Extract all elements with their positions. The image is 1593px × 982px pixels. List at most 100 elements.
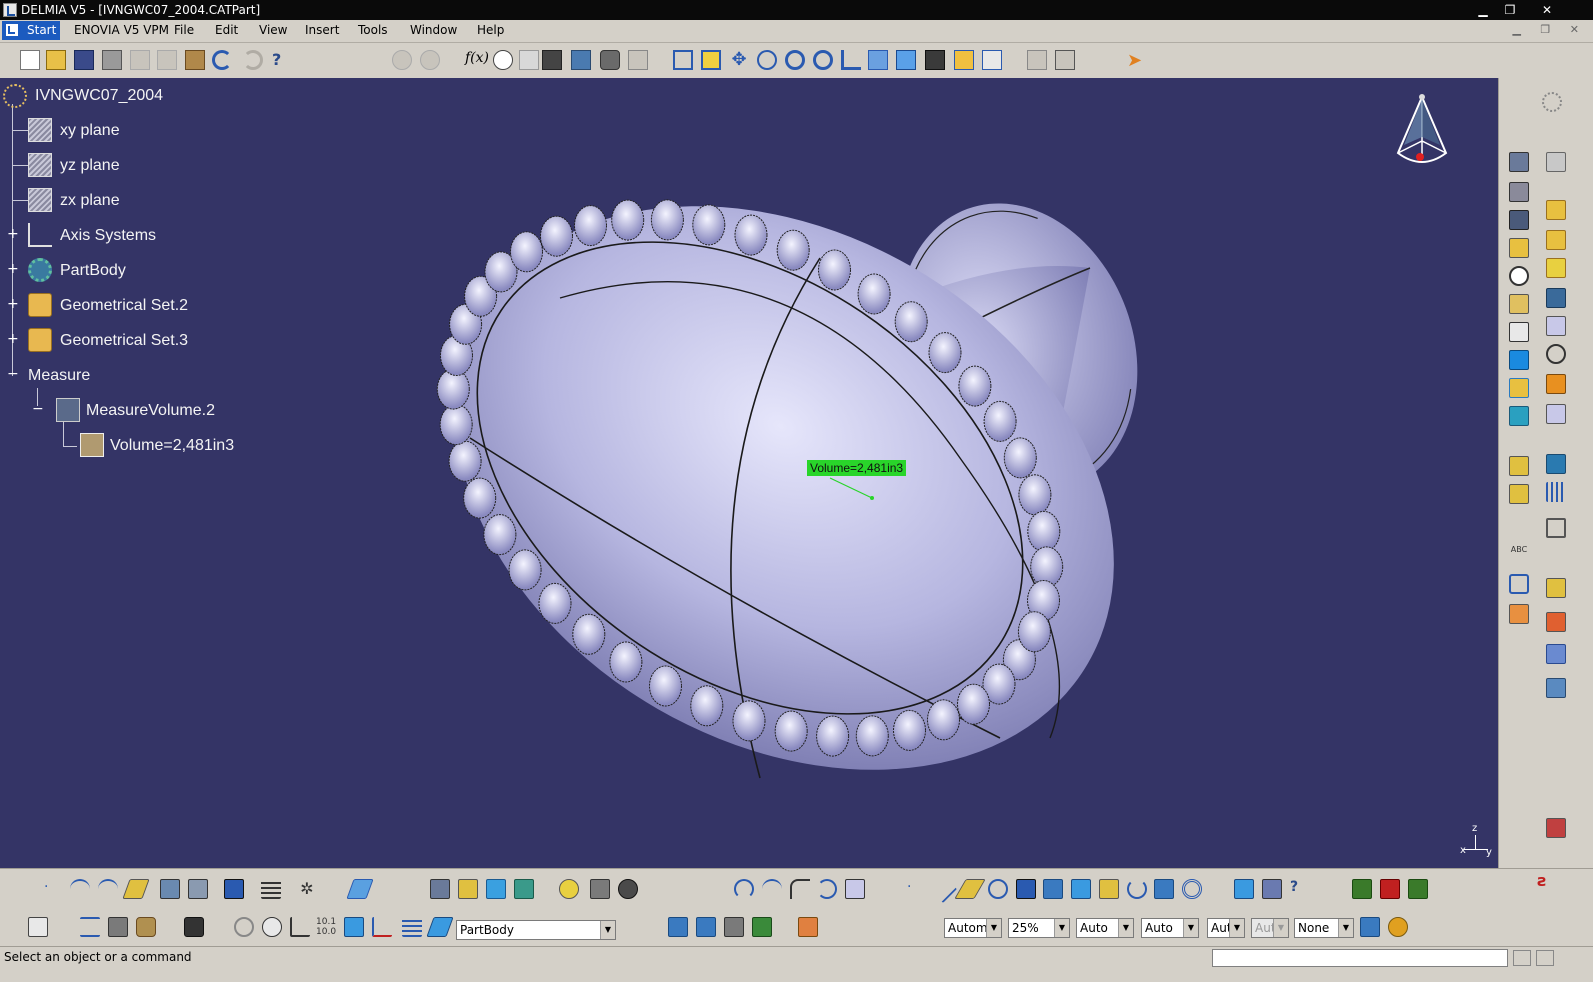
menu-enovia[interactable]: ENOVIA V5 VPM xyxy=(74,23,169,37)
capture-camera-icon[interactable] xyxy=(184,917,204,937)
menu-help[interactable]: Help xyxy=(477,23,504,37)
expand-plus-icon[interactable]: + xyxy=(7,332,19,346)
compass-icon[interactable] xyxy=(1390,93,1454,175)
corner-icon[interactable] xyxy=(790,879,810,899)
close-button[interactable]: ✕ xyxy=(1537,2,1557,18)
measure-volume-tag[interactable]: Volume=2,481in3 xyxy=(807,460,907,476)
mdi-window-controls[interactable]: ▁ ❐ ✕ xyxy=(1512,23,1587,36)
join-icon[interactable] xyxy=(224,879,244,899)
menu-window[interactable]: Window xyxy=(410,23,457,37)
slot-icon[interactable] xyxy=(1546,258,1566,278)
save-icon[interactable] xyxy=(74,50,94,70)
print-icon[interactable] xyxy=(102,50,122,70)
cut-part-icon[interactable] xyxy=(372,917,392,937)
document-icon[interactable] xyxy=(514,879,534,899)
copy-icon[interactable] xyxy=(157,50,177,70)
stop-command-icon[interactable] xyxy=(1513,950,1531,966)
catalog-icon[interactable] xyxy=(600,50,620,70)
open-icon[interactable] xyxy=(46,50,66,70)
current-body-select[interactable]: PartBody ▼ xyxy=(456,920,616,940)
catalog-browser-icon[interactable] xyxy=(1546,818,1566,838)
point-symbol-combo[interactable]: Aut ▼ xyxy=(1207,918,1245,938)
shading-icon[interactable] xyxy=(925,50,945,70)
sketch-icon[interactable] xyxy=(1546,152,1566,172)
fill-icon[interactable] xyxy=(1127,879,1147,899)
select-arrow-icon[interactable]: ➤ xyxy=(1127,50,1147,71)
menu-view[interactable]: View xyxy=(259,23,287,37)
fly-mode-icon[interactable] xyxy=(673,50,693,70)
layers-icon[interactable] xyxy=(458,879,478,899)
design-table-icon[interactable] xyxy=(571,50,591,70)
line-icon[interactable] xyxy=(928,874,958,904)
update-all-icon[interactable] xyxy=(420,50,440,70)
connect-curve-icon[interactable] xyxy=(817,879,837,899)
collapse-minus-icon[interactable]: − xyxy=(32,402,44,416)
dimension-icon[interactable] xyxy=(80,917,100,937)
close-surface-icon[interactable] xyxy=(1509,378,1529,398)
hand-icon[interactable] xyxy=(262,917,282,937)
normal-view-icon[interactable] xyxy=(841,50,861,70)
knowledge-advisor-icon[interactable] xyxy=(1352,879,1372,899)
expand-plus-icon[interactable]: + xyxy=(7,262,19,276)
eraser-icon[interactable] xyxy=(486,879,506,899)
split-icon[interactable] xyxy=(1509,350,1529,370)
command-input[interactable] xyxy=(1212,949,1508,967)
analysis-icon[interactable] xyxy=(1546,678,1566,698)
pattern-icon[interactable] xyxy=(1509,456,1529,476)
fit-all-icon[interactable] xyxy=(701,50,721,70)
lines-icon[interactable] xyxy=(402,917,422,937)
line-type-combo[interactable]: Auto ▼ xyxy=(1141,918,1199,938)
grid-icon[interactable] xyxy=(261,879,281,899)
new-icon[interactable] xyxy=(20,50,40,70)
plane-create-icon[interactable] xyxy=(954,879,986,899)
scene-icon[interactable] xyxy=(752,917,772,937)
offset-icon[interactable] xyxy=(1071,879,1091,899)
color-combo[interactable]: Automa ▼ xyxy=(944,918,1002,938)
spline-icon[interactable] xyxy=(98,879,118,899)
groove-icon[interactable] xyxy=(1509,210,1529,230)
table-icon[interactable] xyxy=(542,50,562,70)
flag-note-icon[interactable] xyxy=(1509,574,1529,594)
define-in-work-object-icon[interactable] xyxy=(426,917,454,937)
brush-icon[interactable] xyxy=(798,917,818,937)
units-icon[interactable]: 10.1 10.0 xyxy=(316,917,336,937)
properties-icon[interactable] xyxy=(1388,917,1408,937)
menu-file[interactable]: File xyxy=(174,23,194,37)
snap-icon[interactable]: ✲ xyxy=(297,879,317,899)
intersection-icon[interactable] xyxy=(1043,879,1063,899)
zoom-out-icon[interactable] xyxy=(813,50,833,70)
extract-icon[interactable] xyxy=(188,879,208,899)
expand-plus-icon[interactable]: + xyxy=(7,227,19,241)
constraints-icon[interactable] xyxy=(1546,644,1566,664)
model-canvas[interactable] xyxy=(0,78,1498,868)
layer-combo[interactable]: None ▼ xyxy=(1294,918,1354,938)
photo-icon[interactable] xyxy=(724,917,744,937)
shell-icon[interactable] xyxy=(1546,316,1566,336)
paste-icon[interactable] xyxy=(185,50,205,70)
curve-icon[interactable] xyxy=(70,879,90,899)
restore-button[interactable]: ❐ xyxy=(1500,2,1520,18)
expand-plus-icon[interactable]: + xyxy=(7,297,19,311)
thick-surface-icon[interactable] xyxy=(1546,374,1566,394)
thickness-icon[interactable] xyxy=(1509,322,1529,342)
rotate-icon[interactable] xyxy=(757,50,777,70)
menu-insert[interactable]: Insert xyxy=(305,23,339,37)
scan-icon[interactable] xyxy=(430,879,450,899)
add-icon[interactable] xyxy=(1546,518,1566,538)
zoom-in-icon[interactable] xyxy=(785,50,805,70)
3d-viewport[interactable]: IVNGWC07_2004 xy plane yz plane zx plane… xyxy=(0,78,1498,868)
sphere-icon[interactable] xyxy=(559,879,579,899)
menu-tools[interactable]: Tools xyxy=(358,23,388,37)
pad-icon[interactable] xyxy=(1509,152,1529,172)
multi-view-icon[interactable] xyxy=(868,50,888,70)
minimize-button[interactable]: ▁ xyxy=(1473,2,1493,18)
draft-icon[interactable] xyxy=(1509,294,1529,314)
knowledge-icon[interactable] xyxy=(519,50,539,70)
boolean-icon[interactable] xyxy=(1509,484,1529,504)
comment-icon[interactable] xyxy=(493,50,513,70)
iso-view-icon[interactable] xyxy=(896,50,916,70)
help-cursor-icon[interactable]: ? xyxy=(1290,879,1310,899)
arc-icon[interactable] xyxy=(734,879,754,899)
scaling-icon[interactable] xyxy=(1546,482,1566,502)
delmia-app-icon[interactable] xyxy=(3,3,17,17)
